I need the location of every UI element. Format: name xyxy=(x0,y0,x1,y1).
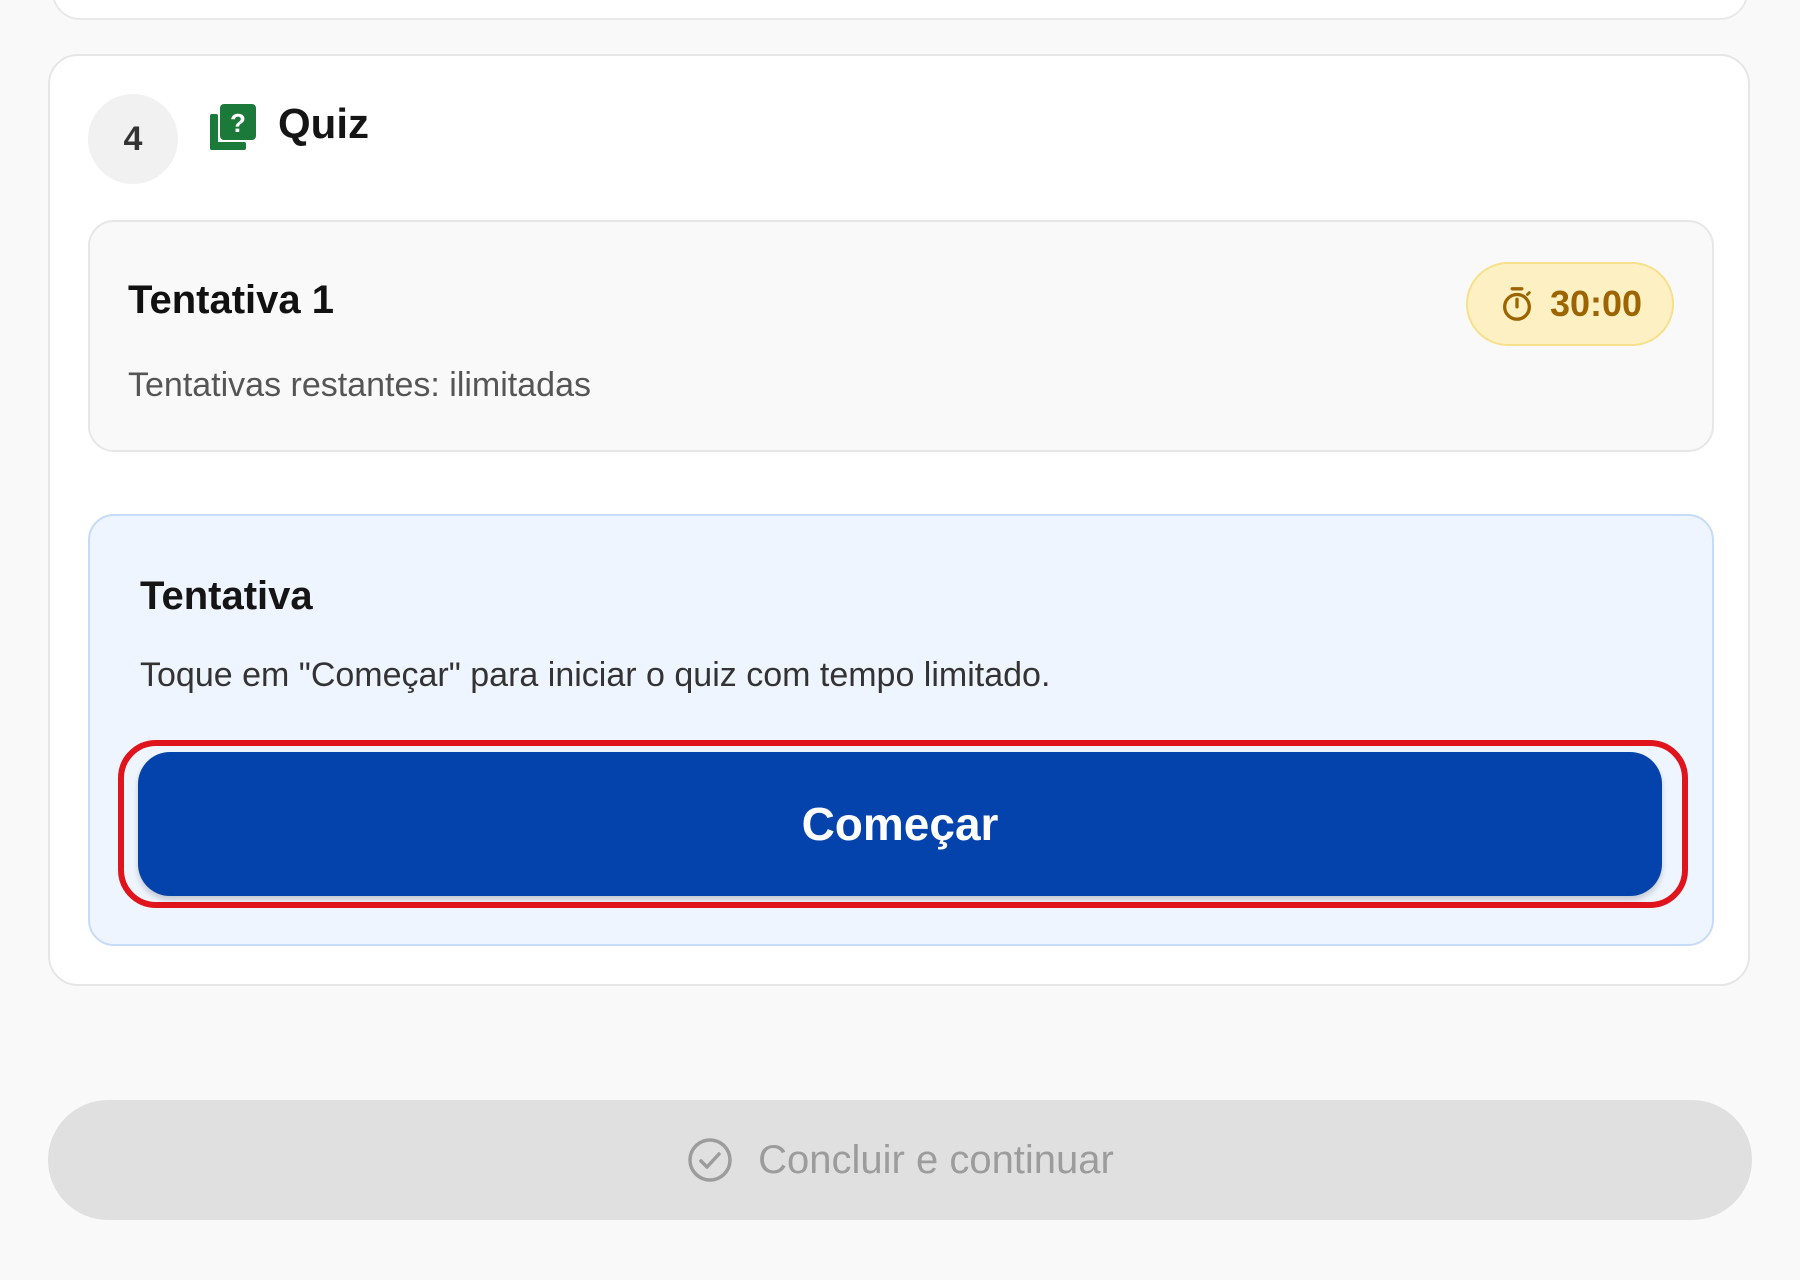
attempt-panel-title: Tentativa xyxy=(140,574,313,618)
quiz-book-icon: ? xyxy=(210,104,256,150)
svg-text:?: ? xyxy=(230,108,246,138)
start-quiz-button[interactable]: Começar xyxy=(138,752,1662,896)
step-title: Quiz xyxy=(278,100,369,147)
finish-and-continue-button[interactable]: Concluir e continuar xyxy=(48,1100,1752,1220)
attempt-instruction-text: Toque em "Começar" para iniciar o quiz c… xyxy=(140,656,1051,694)
attempt-start-panel: Tentativa Toque em "Começar" para inicia… xyxy=(88,514,1714,946)
attempts-remaining-text: Tentativas restantes: ilimitadas xyxy=(128,366,591,404)
attempt-info-card: Tentativa 1 Tentativas restantes: ilimit… xyxy=(88,220,1714,452)
timer-value: 30:00 xyxy=(1549,283,1643,324)
timer-badge: 30:00 xyxy=(1466,262,1674,346)
attempt-title: Tentativa 1 xyxy=(128,278,334,322)
previous-step-card xyxy=(52,0,1748,20)
check-circle-icon xyxy=(688,1138,732,1182)
stopwatch-icon xyxy=(1502,287,1531,321)
step-number-badge: 4 xyxy=(88,94,178,184)
quiz-step-card: 4 ? Quiz Tentativa 1 Tentativas restante… xyxy=(48,54,1750,986)
finish-button-label: Concluir e continuar xyxy=(758,1137,1114,1182)
